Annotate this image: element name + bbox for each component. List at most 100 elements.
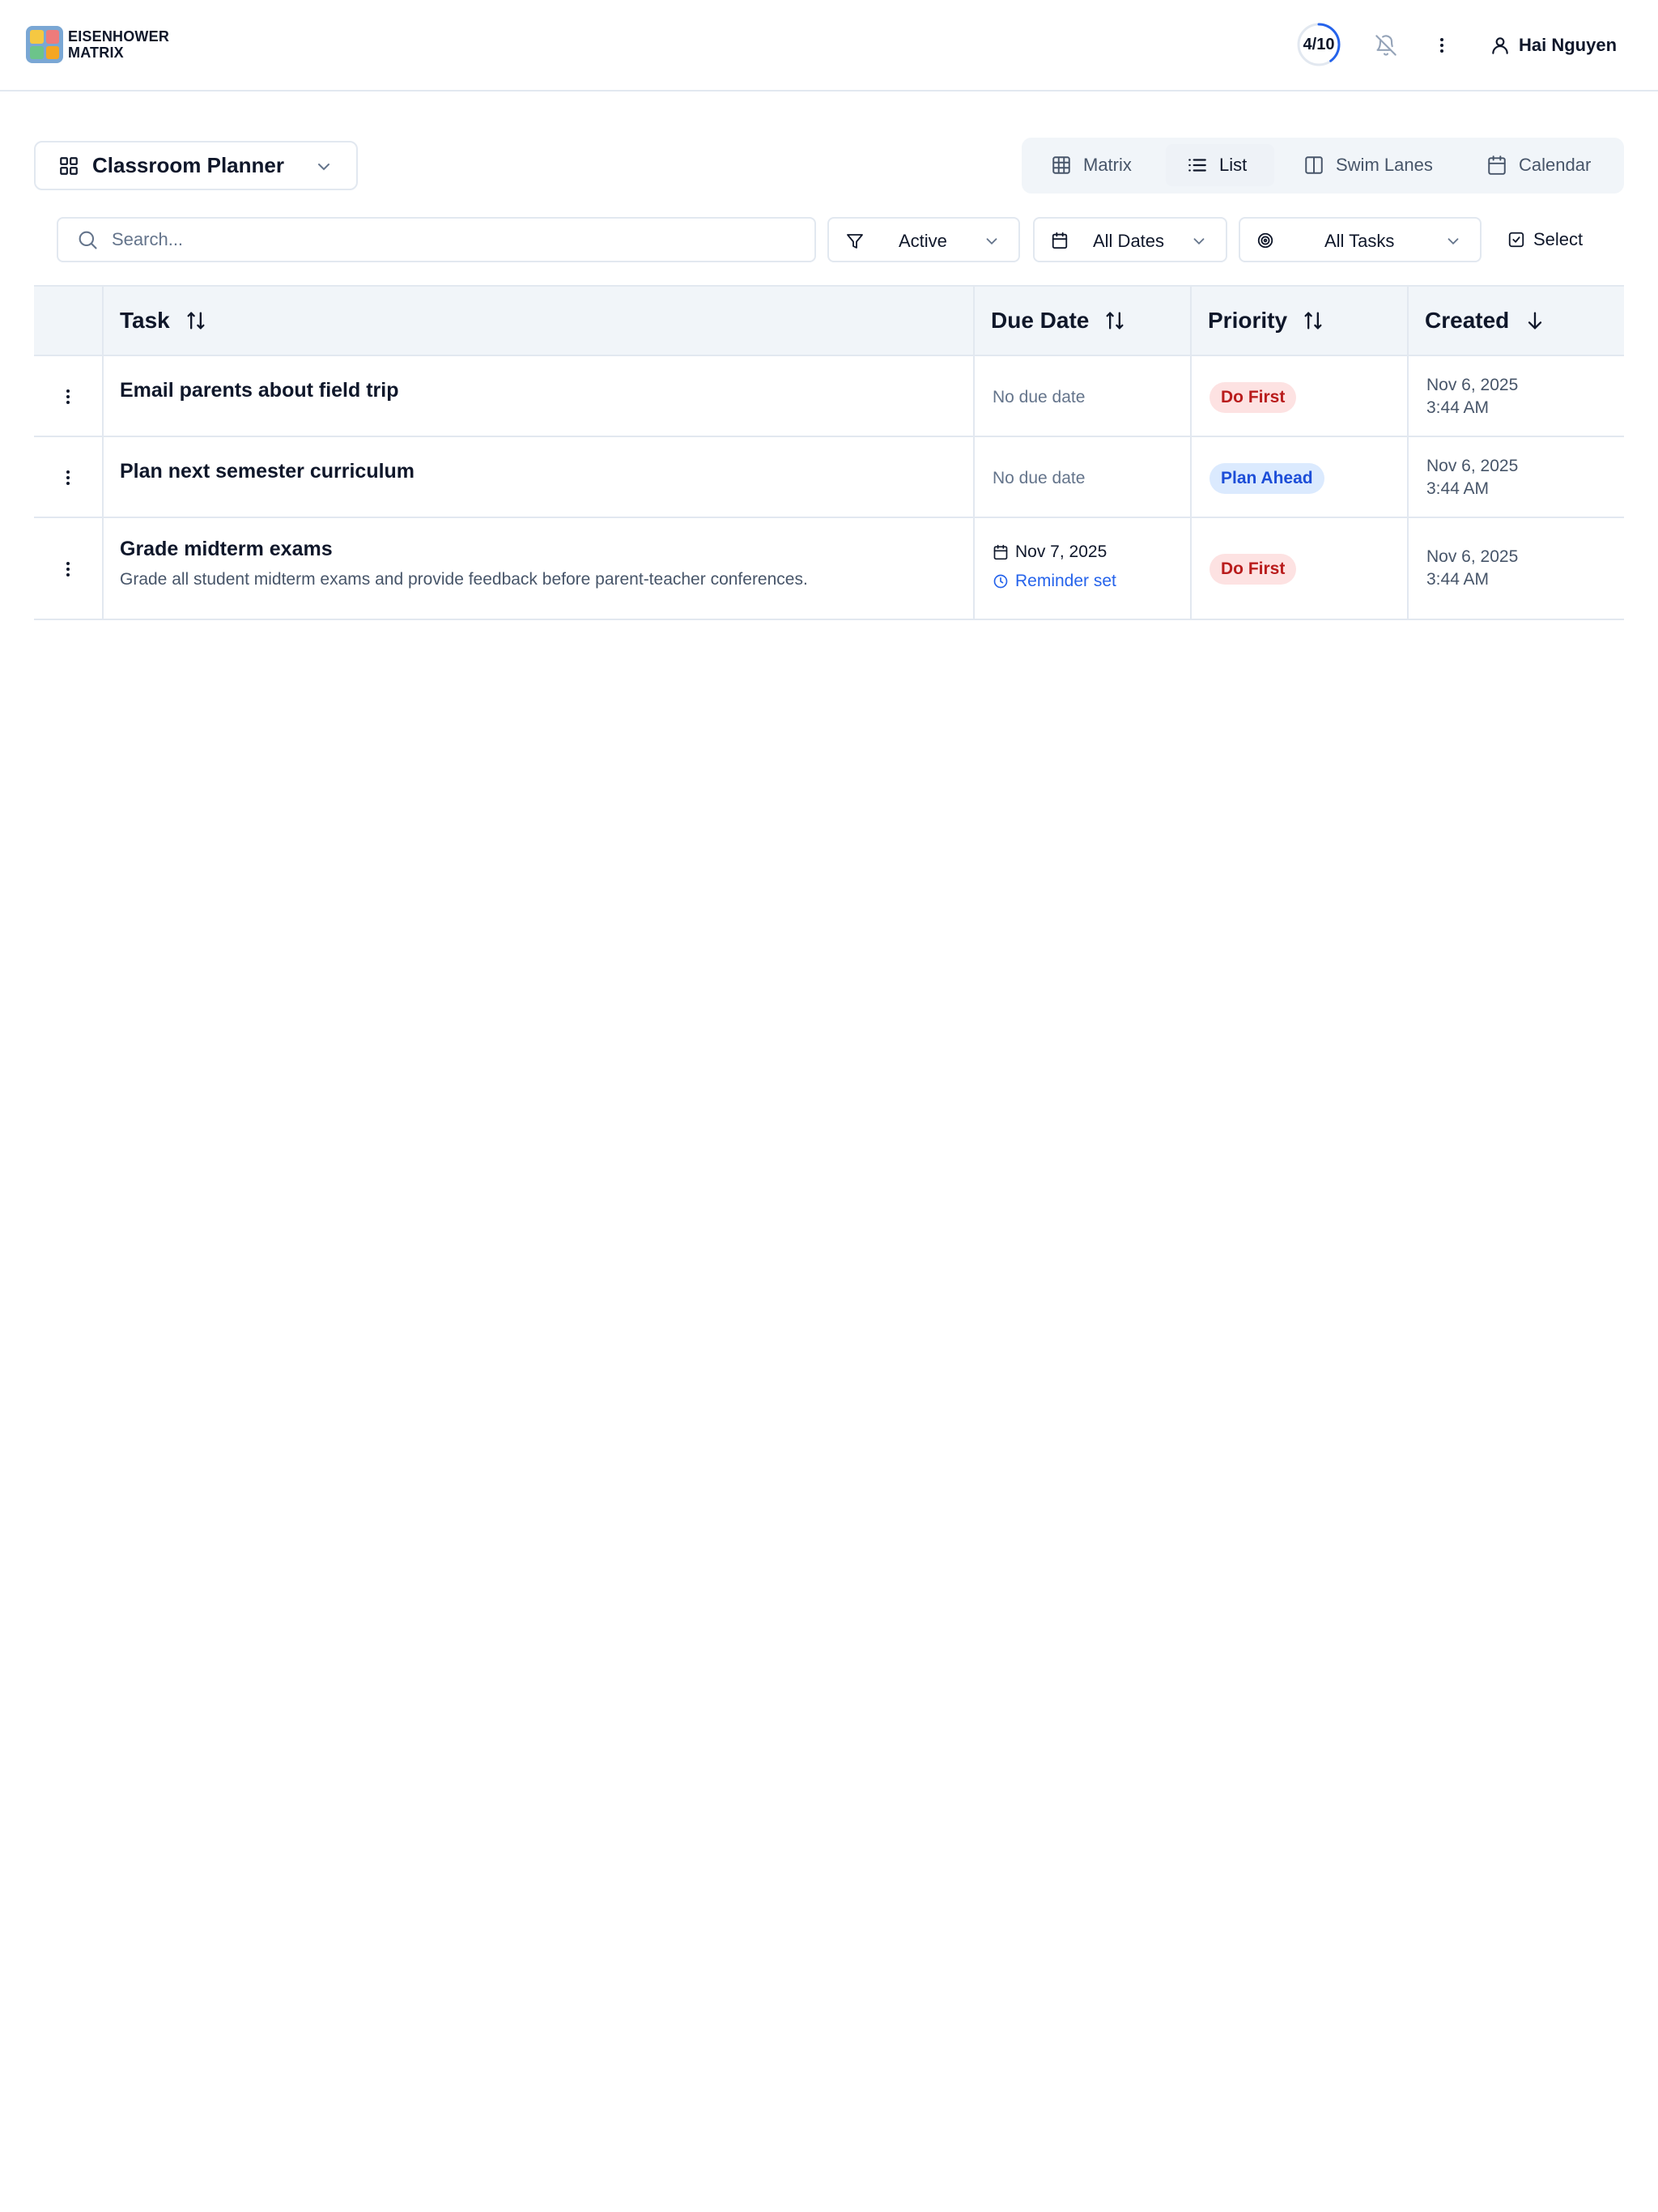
row-menu-icon[interactable] bbox=[58, 468, 78, 487]
task-cell[interactable]: Plan next semester curriculum bbox=[102, 437, 973, 517]
due-date-text: No due date bbox=[993, 388, 1086, 406]
column-label: Created bbox=[1425, 308, 1510, 333]
row-menu-icon[interactable] bbox=[58, 387, 78, 406]
table-row[interactable]: Grade midterm exams Grade all student mi… bbox=[34, 518, 1624, 620]
target-icon bbox=[1257, 232, 1273, 249]
status-filter-value: Active bbox=[899, 231, 947, 251]
due-date-text: No due date bbox=[993, 469, 1086, 487]
sort-icon bbox=[187, 312, 205, 330]
priority-badge: Do First bbox=[1209, 382, 1297, 413]
created-date: Nov 6, 2025 3:44 AM bbox=[1426, 546, 1518, 591]
search-icon bbox=[79, 231, 97, 249]
chevron-down-icon bbox=[318, 164, 329, 171]
table-grid-icon bbox=[1052, 156, 1070, 174]
table-row[interactable]: Plan next semester curriculum No due dat… bbox=[34, 437, 1624, 518]
created-date-text: Nov 6, 2025 bbox=[1426, 457, 1519, 475]
created-cell: Nov 6, 2025 3:44 AM bbox=[1407, 356, 1624, 436]
header-actions-cell bbox=[34, 287, 102, 355]
more-vertical-icon bbox=[1440, 38, 1443, 53]
date-filter-dropdown[interactable]: All Dates bbox=[1033, 217, 1227, 262]
notifications-button[interactable] bbox=[1368, 28, 1404, 63]
created-cell: Nov 6, 2025 3:44 AM bbox=[1407, 437, 1624, 517]
select-label: Select bbox=[1533, 229, 1584, 249]
due-date: Nov 7, 2025 bbox=[993, 542, 1107, 562]
tab-matrix-label: Matrix bbox=[1083, 155, 1132, 175]
progress-label: 4/10 bbox=[1303, 36, 1335, 53]
reminder-indicator: Reminder set bbox=[993, 572, 1116, 591]
task-filter-value: All Tasks bbox=[1324, 231, 1395, 251]
task-title: Email parents about field trip bbox=[120, 379, 399, 402]
task-progress-ring[interactable]: 4/10 bbox=[1296, 22, 1341, 67]
priority-cell: Plan Ahead bbox=[1190, 437, 1407, 517]
tab-calendar[interactable]: Calendar bbox=[1486, 144, 1616, 186]
column-header-due-date[interactable]: Due Date bbox=[973, 287, 1190, 355]
task-title: Plan next semester curriculum bbox=[120, 460, 415, 483]
view-tabs: Matrix List Swim Lanes Calendar bbox=[1022, 138, 1624, 194]
logo-line-1: EISENHOWER bbox=[68, 28, 170, 45]
column-header-created[interactable]: Created bbox=[1407, 287, 1624, 355]
table-row[interactable]: Email parents about field trip No due da… bbox=[34, 356, 1624, 437]
calendar-icon bbox=[1052, 232, 1068, 249]
column-header-priority[interactable]: Priority bbox=[1190, 287, 1407, 355]
calendar-icon bbox=[993, 544, 1008, 560]
row-actions-cell bbox=[34, 518, 102, 619]
status-filter-dropdown[interactable]: Active bbox=[827, 217, 1020, 262]
created-date-text: Nov 6, 2025 bbox=[1426, 376, 1519, 394]
reminder-text: Reminder set bbox=[1015, 572, 1116, 590]
list-icon bbox=[1188, 159, 1206, 172]
task-filter-dropdown[interactable]: All Tasks bbox=[1239, 217, 1482, 262]
task-description: Grade all student midterm exams and prov… bbox=[120, 570, 808, 589]
created-cell: Nov 6, 2025 3:44 AM bbox=[1407, 518, 1624, 619]
more-options-button[interactable] bbox=[1424, 28, 1460, 63]
column-label: Priority bbox=[1208, 308, 1288, 333]
table-header: Task Due Date Priority Created bbox=[34, 285, 1624, 356]
logo-icon bbox=[26, 26, 63, 63]
user-menu-button[interactable]: Hai Nguyen bbox=[1490, 28, 1617, 63]
created-time-text: 3:44 AM bbox=[1426, 479, 1490, 498]
columns-icon bbox=[1305, 156, 1323, 174]
due-date-cell: No due date bbox=[973, 437, 1190, 517]
task-title: Grade midterm exams bbox=[120, 538, 333, 560]
row-actions-cell bbox=[34, 356, 102, 436]
created-time-text: 3:44 AM bbox=[1426, 398, 1490, 417]
column-header-task[interactable]: Task bbox=[102, 287, 973, 355]
created-date-text: Nov 6, 2025 bbox=[1426, 547, 1519, 566]
row-actions-cell bbox=[34, 437, 102, 517]
task-cell[interactable]: Email parents about field trip bbox=[102, 356, 973, 436]
created-date: Nov 6, 2025 3:44 AM bbox=[1426, 374, 1518, 419]
app-logo[interactable]: EISENHOWER MATRIX bbox=[26, 26, 169, 63]
date-filter-value: All Dates bbox=[1093, 231, 1165, 251]
tab-swim-lanes[interactable]: Swim Lanes bbox=[1303, 144, 1457, 186]
row-menu-icon[interactable] bbox=[58, 559, 78, 579]
chevron-down-icon bbox=[1193, 238, 1205, 245]
select-mode-button[interactable]: Select bbox=[1507, 223, 1583, 256]
created-date: Nov 6, 2025 3:44 AM bbox=[1426, 455, 1518, 500]
chevron-down-icon bbox=[986, 238, 997, 245]
logo-text: EISENHOWER MATRIX bbox=[68, 28, 169, 61]
user-icon bbox=[1492, 37, 1508, 54]
checkbox-icon bbox=[1508, 232, 1524, 248]
bell-off-icon bbox=[1375, 35, 1397, 56]
tab-list[interactable]: List bbox=[1166, 144, 1274, 186]
filter-icon bbox=[847, 234, 863, 249]
due-date-text: Nov 7, 2025 bbox=[1015, 542, 1107, 561]
board-selector[interactable]: Classroom Planner bbox=[34, 141, 358, 190]
created-time-text: 3:44 AM bbox=[1426, 570, 1490, 589]
grid-icon bbox=[60, 156, 78, 175]
priority-cell: Do First bbox=[1190, 356, 1407, 436]
priority-badge: Do First bbox=[1209, 554, 1297, 585]
task-table: Task Due Date Priority Created Email par… bbox=[34, 285, 1624, 620]
user-name: Hai Nguyen bbox=[1519, 35, 1618, 55]
search-input[interactable] bbox=[112, 229, 776, 250]
tab-calendar-label: Calendar bbox=[1519, 155, 1592, 175]
sort-descending-icon bbox=[1528, 312, 1542, 330]
due-date-cell: No due date bbox=[973, 356, 1190, 436]
sort-icon bbox=[1304, 312, 1322, 330]
logo-line-2: MATRIX bbox=[68, 45, 124, 61]
column-label: Task bbox=[120, 308, 170, 333]
task-cell[interactable]: Grade midterm exams Grade all student mi… bbox=[102, 518, 973, 619]
tab-list-label: List bbox=[1219, 155, 1248, 175]
top-bar: EISENHOWER MATRIX 4/10 Hai Nguyen bbox=[0, 0, 1658, 91]
priority-cell: Do First bbox=[1190, 518, 1407, 619]
tab-matrix[interactable]: Matrix bbox=[1051, 144, 1172, 186]
